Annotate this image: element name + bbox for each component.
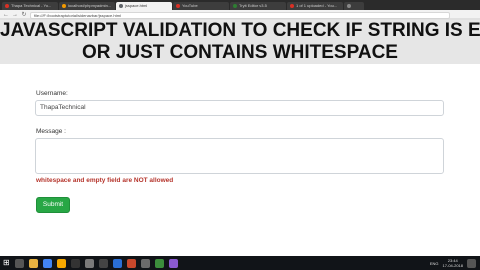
banner-title-line-1: JAVASCRIPT VALIDATION TO CHECK IF STRING… [0, 20, 480, 41]
new-tab-button[interactable] [344, 2, 364, 10]
clock-date: 17-04-2018 [442, 263, 463, 268]
username-label: Username: [36, 90, 68, 97]
settings-icon[interactable] [98, 258, 108, 268]
submit-button[interactable]: Submit [36, 197, 70, 213]
notifications-icon[interactable] [467, 258, 476, 268]
tab-label: YouTube [182, 3, 198, 8]
app-icon[interactable] [168, 258, 178, 268]
phpmyadmin-favicon-icon [62, 4, 66, 8]
file-favicon-icon [119, 4, 123, 8]
new-tab-icon [347, 4, 351, 8]
windows-start-icon[interactable]: ⊞ [3, 256, 10, 270]
tab-label: Tryit Editor v3.5 [239, 3, 267, 8]
browser-tab[interactable]: Thapa Technical - Yo... [2, 2, 58, 10]
browser-tab[interactable]: Tryit Editor v3.5 [230, 2, 286, 10]
tab-label: 1 of 1 uploaded - You... [296, 3, 338, 8]
youtube-favicon-icon [290, 4, 294, 8]
browser-tab-strip: Thapa Technical - Yo... localhost/phpmya… [0, 0, 480, 10]
app-icon[interactable] [112, 258, 122, 268]
language-indicator[interactable]: ENG [430, 261, 439, 266]
youtube-favicon-icon [176, 4, 180, 8]
app-icon[interactable] [126, 258, 136, 268]
editor-icon[interactable] [56, 258, 66, 268]
chrome-icon[interactable] [42, 258, 52, 268]
terminal-icon[interactable] [70, 258, 80, 268]
message-label: Message : [36, 128, 66, 135]
app-icon[interactable] [154, 258, 164, 268]
screen: Thapa Technical - Yo... localhost/phpmya… [0, 0, 480, 270]
browser-tab[interactable]: YouTube [173, 2, 229, 10]
message-textarea[interactable] [35, 138, 444, 174]
taskbar: ⊞ ENG 23:44 17-04-2018 [0, 256, 480, 270]
browser-tab[interactable]: localhost/phpmyadmin... [59, 2, 115, 10]
file-explorer-icon[interactable] [28, 258, 38, 268]
browser-tab[interactable]: 1 of 1 uploaded - You... [287, 2, 343, 10]
app-icon[interactable] [140, 258, 150, 268]
browser-tab-active[interactable]: jsspace.html [116, 2, 172, 10]
tab-label: Thapa Technical - Yo... [11, 3, 52, 8]
search-icon[interactable] [14, 258, 24, 268]
media-icon[interactable] [84, 258, 94, 268]
tab-label: localhost/phpmyadmin... [68, 3, 112, 8]
banner-title-line-2: OR JUST CONTAINS WHITESPACE [82, 42, 398, 63]
clock[interactable]: 23:44 17-04-2018 [443, 258, 463, 268]
tab-label: jsspace.html [125, 3, 148, 8]
system-tray: ENG 23:44 17-04-2018 [430, 256, 476, 270]
error-message: whitespace and empty field are NOT allow… [36, 177, 174, 184]
w3schools-favicon-icon [233, 4, 237, 8]
youtube-favicon-icon [5, 4, 9, 8]
username-input[interactable]: ThapaTechnical [35, 100, 444, 116]
